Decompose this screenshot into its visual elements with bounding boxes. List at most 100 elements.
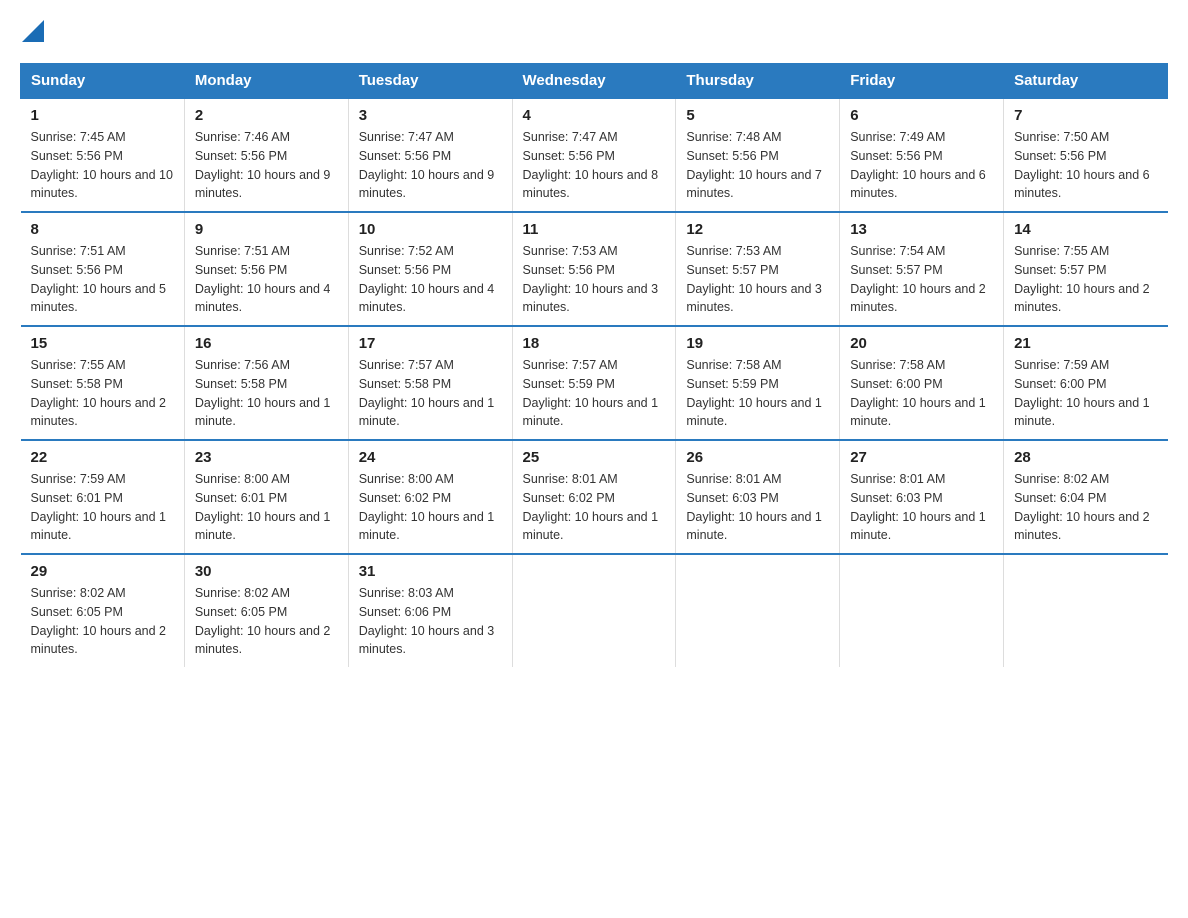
day-info: Sunrise: 7:55 AMSunset: 5:57 PMDaylight:… (1014, 244, 1150, 314)
logo (20, 20, 44, 47)
header-row: SundayMondayTuesdayWednesdayThursdayFrid… (21, 64, 1168, 99)
calendar-body: 1 Sunrise: 7:45 AMSunset: 5:56 PMDayligh… (21, 98, 1168, 667)
day-number: 7 (1014, 107, 1157, 124)
day-cell: 15 Sunrise: 7:55 AMSunset: 5:58 PMDaylig… (21, 326, 185, 440)
page-header (20, 20, 1168, 47)
day-number: 29 (31, 563, 174, 580)
day-cell: 3 Sunrise: 7:47 AMSunset: 5:56 PMDayligh… (348, 98, 512, 212)
header-cell-saturday: Saturday (1004, 64, 1168, 99)
day-number: 25 (523, 449, 666, 466)
day-info: Sunrise: 7:57 AMSunset: 5:59 PMDaylight:… (523, 358, 659, 428)
day-info: Sunrise: 7:55 AMSunset: 5:58 PMDaylight:… (31, 358, 167, 428)
day-cell: 28 Sunrise: 8:02 AMSunset: 6:04 PMDaylig… (1004, 440, 1168, 554)
day-number: 23 (195, 449, 338, 466)
day-cell: 2 Sunrise: 7:46 AMSunset: 5:56 PMDayligh… (184, 98, 348, 212)
day-info: Sunrise: 7:51 AMSunset: 5:56 PMDaylight:… (195, 244, 331, 314)
day-info: Sunrise: 7:48 AMSunset: 5:56 PMDaylight:… (686, 130, 822, 200)
day-number: 4 (523, 107, 666, 124)
day-info: Sunrise: 8:02 AMSunset: 6:04 PMDaylight:… (1014, 472, 1150, 542)
day-info: Sunrise: 8:02 AMSunset: 6:05 PMDaylight:… (195, 586, 331, 656)
day-number: 16 (195, 335, 338, 352)
day-info: Sunrise: 8:02 AMSunset: 6:05 PMDaylight:… (31, 586, 167, 656)
day-cell: 12 Sunrise: 7:53 AMSunset: 5:57 PMDaylig… (676, 212, 840, 326)
day-number: 12 (686, 221, 829, 238)
day-info: Sunrise: 7:54 AMSunset: 5:57 PMDaylight:… (850, 244, 986, 314)
day-cell: 31 Sunrise: 8:03 AMSunset: 6:06 PMDaylig… (348, 554, 512, 667)
day-info: Sunrise: 7:47 AMSunset: 5:56 PMDaylight:… (359, 130, 495, 200)
day-number: 30 (195, 563, 338, 580)
day-cell: 18 Sunrise: 7:57 AMSunset: 5:59 PMDaylig… (512, 326, 676, 440)
day-cell (676, 554, 840, 667)
day-number: 19 (686, 335, 829, 352)
week-row-1: 1 Sunrise: 7:45 AMSunset: 5:56 PMDayligh… (21, 98, 1168, 212)
day-cell: 27 Sunrise: 8:01 AMSunset: 6:03 PMDaylig… (840, 440, 1004, 554)
day-info: Sunrise: 7:53 AMSunset: 5:56 PMDaylight:… (523, 244, 659, 314)
day-number: 24 (359, 449, 502, 466)
week-row-4: 22 Sunrise: 7:59 AMSunset: 6:01 PMDaylig… (21, 440, 1168, 554)
day-number: 31 (359, 563, 502, 580)
day-cell: 16 Sunrise: 7:56 AMSunset: 5:58 PMDaylig… (184, 326, 348, 440)
day-cell: 24 Sunrise: 8:00 AMSunset: 6:02 PMDaylig… (348, 440, 512, 554)
day-cell: 14 Sunrise: 7:55 AMSunset: 5:57 PMDaylig… (1004, 212, 1168, 326)
day-cell (512, 554, 676, 667)
day-cell: 10 Sunrise: 7:52 AMSunset: 5:56 PMDaylig… (348, 212, 512, 326)
day-cell: 4 Sunrise: 7:47 AMSunset: 5:56 PMDayligh… (512, 98, 676, 212)
day-cell: 9 Sunrise: 7:51 AMSunset: 5:56 PMDayligh… (184, 212, 348, 326)
day-cell: 1 Sunrise: 7:45 AMSunset: 5:56 PMDayligh… (21, 98, 185, 212)
day-info: Sunrise: 7:56 AMSunset: 5:58 PMDaylight:… (195, 358, 331, 428)
day-number: 15 (31, 335, 174, 352)
day-number: 20 (850, 335, 993, 352)
day-cell: 13 Sunrise: 7:54 AMSunset: 5:57 PMDaylig… (840, 212, 1004, 326)
day-info: Sunrise: 7:59 AMSunset: 6:00 PMDaylight:… (1014, 358, 1150, 428)
day-info: Sunrise: 8:00 AMSunset: 6:02 PMDaylight:… (359, 472, 495, 542)
day-number: 9 (195, 221, 338, 238)
week-row-5: 29 Sunrise: 8:02 AMSunset: 6:05 PMDaylig… (21, 554, 1168, 667)
header-cell-wednesday: Wednesday (512, 64, 676, 99)
day-number: 17 (359, 335, 502, 352)
day-info: Sunrise: 7:53 AMSunset: 5:57 PMDaylight:… (686, 244, 822, 314)
day-info: Sunrise: 7:45 AMSunset: 5:56 PMDaylight:… (31, 130, 173, 200)
day-number: 28 (1014, 449, 1157, 466)
day-cell: 20 Sunrise: 7:58 AMSunset: 6:00 PMDaylig… (840, 326, 1004, 440)
day-info: Sunrise: 7:52 AMSunset: 5:56 PMDaylight:… (359, 244, 495, 314)
day-info: Sunrise: 8:01 AMSunset: 6:03 PMDaylight:… (850, 472, 986, 542)
day-cell: 19 Sunrise: 7:58 AMSunset: 5:59 PMDaylig… (676, 326, 840, 440)
day-cell (840, 554, 1004, 667)
day-number: 2 (195, 107, 338, 124)
day-cell (1004, 554, 1168, 667)
day-number: 18 (523, 335, 666, 352)
calendar-header: SundayMondayTuesdayWednesdayThursdayFrid… (21, 64, 1168, 99)
header-cell-friday: Friday (840, 64, 1004, 99)
day-number: 11 (523, 221, 666, 238)
calendar-table: SundayMondayTuesdayWednesdayThursdayFrid… (20, 63, 1168, 667)
day-cell: 21 Sunrise: 7:59 AMSunset: 6:00 PMDaylig… (1004, 326, 1168, 440)
day-cell: 30 Sunrise: 8:02 AMSunset: 6:05 PMDaylig… (184, 554, 348, 667)
day-number: 27 (850, 449, 993, 466)
header-cell-tuesday: Tuesday (348, 64, 512, 99)
day-info: Sunrise: 7:49 AMSunset: 5:56 PMDaylight:… (850, 130, 986, 200)
day-info: Sunrise: 7:47 AMSunset: 5:56 PMDaylight:… (523, 130, 659, 200)
day-cell: 17 Sunrise: 7:57 AMSunset: 5:58 PMDaylig… (348, 326, 512, 440)
day-cell: 6 Sunrise: 7:49 AMSunset: 5:56 PMDayligh… (840, 98, 1004, 212)
day-info: Sunrise: 7:58 AMSunset: 5:59 PMDaylight:… (686, 358, 822, 428)
day-number: 14 (1014, 221, 1157, 238)
day-info: Sunrise: 7:59 AMSunset: 6:01 PMDaylight:… (31, 472, 167, 542)
day-cell: 26 Sunrise: 8:01 AMSunset: 6:03 PMDaylig… (676, 440, 840, 554)
day-number: 13 (850, 221, 993, 238)
day-info: Sunrise: 8:03 AMSunset: 6:06 PMDaylight:… (359, 586, 495, 656)
day-cell: 22 Sunrise: 7:59 AMSunset: 6:01 PMDaylig… (21, 440, 185, 554)
day-number: 6 (850, 107, 993, 124)
day-info: Sunrise: 7:50 AMSunset: 5:56 PMDaylight:… (1014, 130, 1150, 200)
day-number: 22 (31, 449, 174, 466)
day-info: Sunrise: 8:01 AMSunset: 6:02 PMDaylight:… (523, 472, 659, 542)
logo-triangle-icon (22, 20, 44, 42)
day-cell: 29 Sunrise: 8:02 AMSunset: 6:05 PMDaylig… (21, 554, 185, 667)
day-cell: 23 Sunrise: 8:00 AMSunset: 6:01 PMDaylig… (184, 440, 348, 554)
week-row-3: 15 Sunrise: 7:55 AMSunset: 5:58 PMDaylig… (21, 326, 1168, 440)
week-row-2: 8 Sunrise: 7:51 AMSunset: 5:56 PMDayligh… (21, 212, 1168, 326)
day-info: Sunrise: 8:00 AMSunset: 6:01 PMDaylight:… (195, 472, 331, 542)
day-info: Sunrise: 8:01 AMSunset: 6:03 PMDaylight:… (686, 472, 822, 542)
day-number: 3 (359, 107, 502, 124)
day-cell: 25 Sunrise: 8:01 AMSunset: 6:02 PMDaylig… (512, 440, 676, 554)
day-info: Sunrise: 7:51 AMSunset: 5:56 PMDaylight:… (31, 244, 167, 314)
